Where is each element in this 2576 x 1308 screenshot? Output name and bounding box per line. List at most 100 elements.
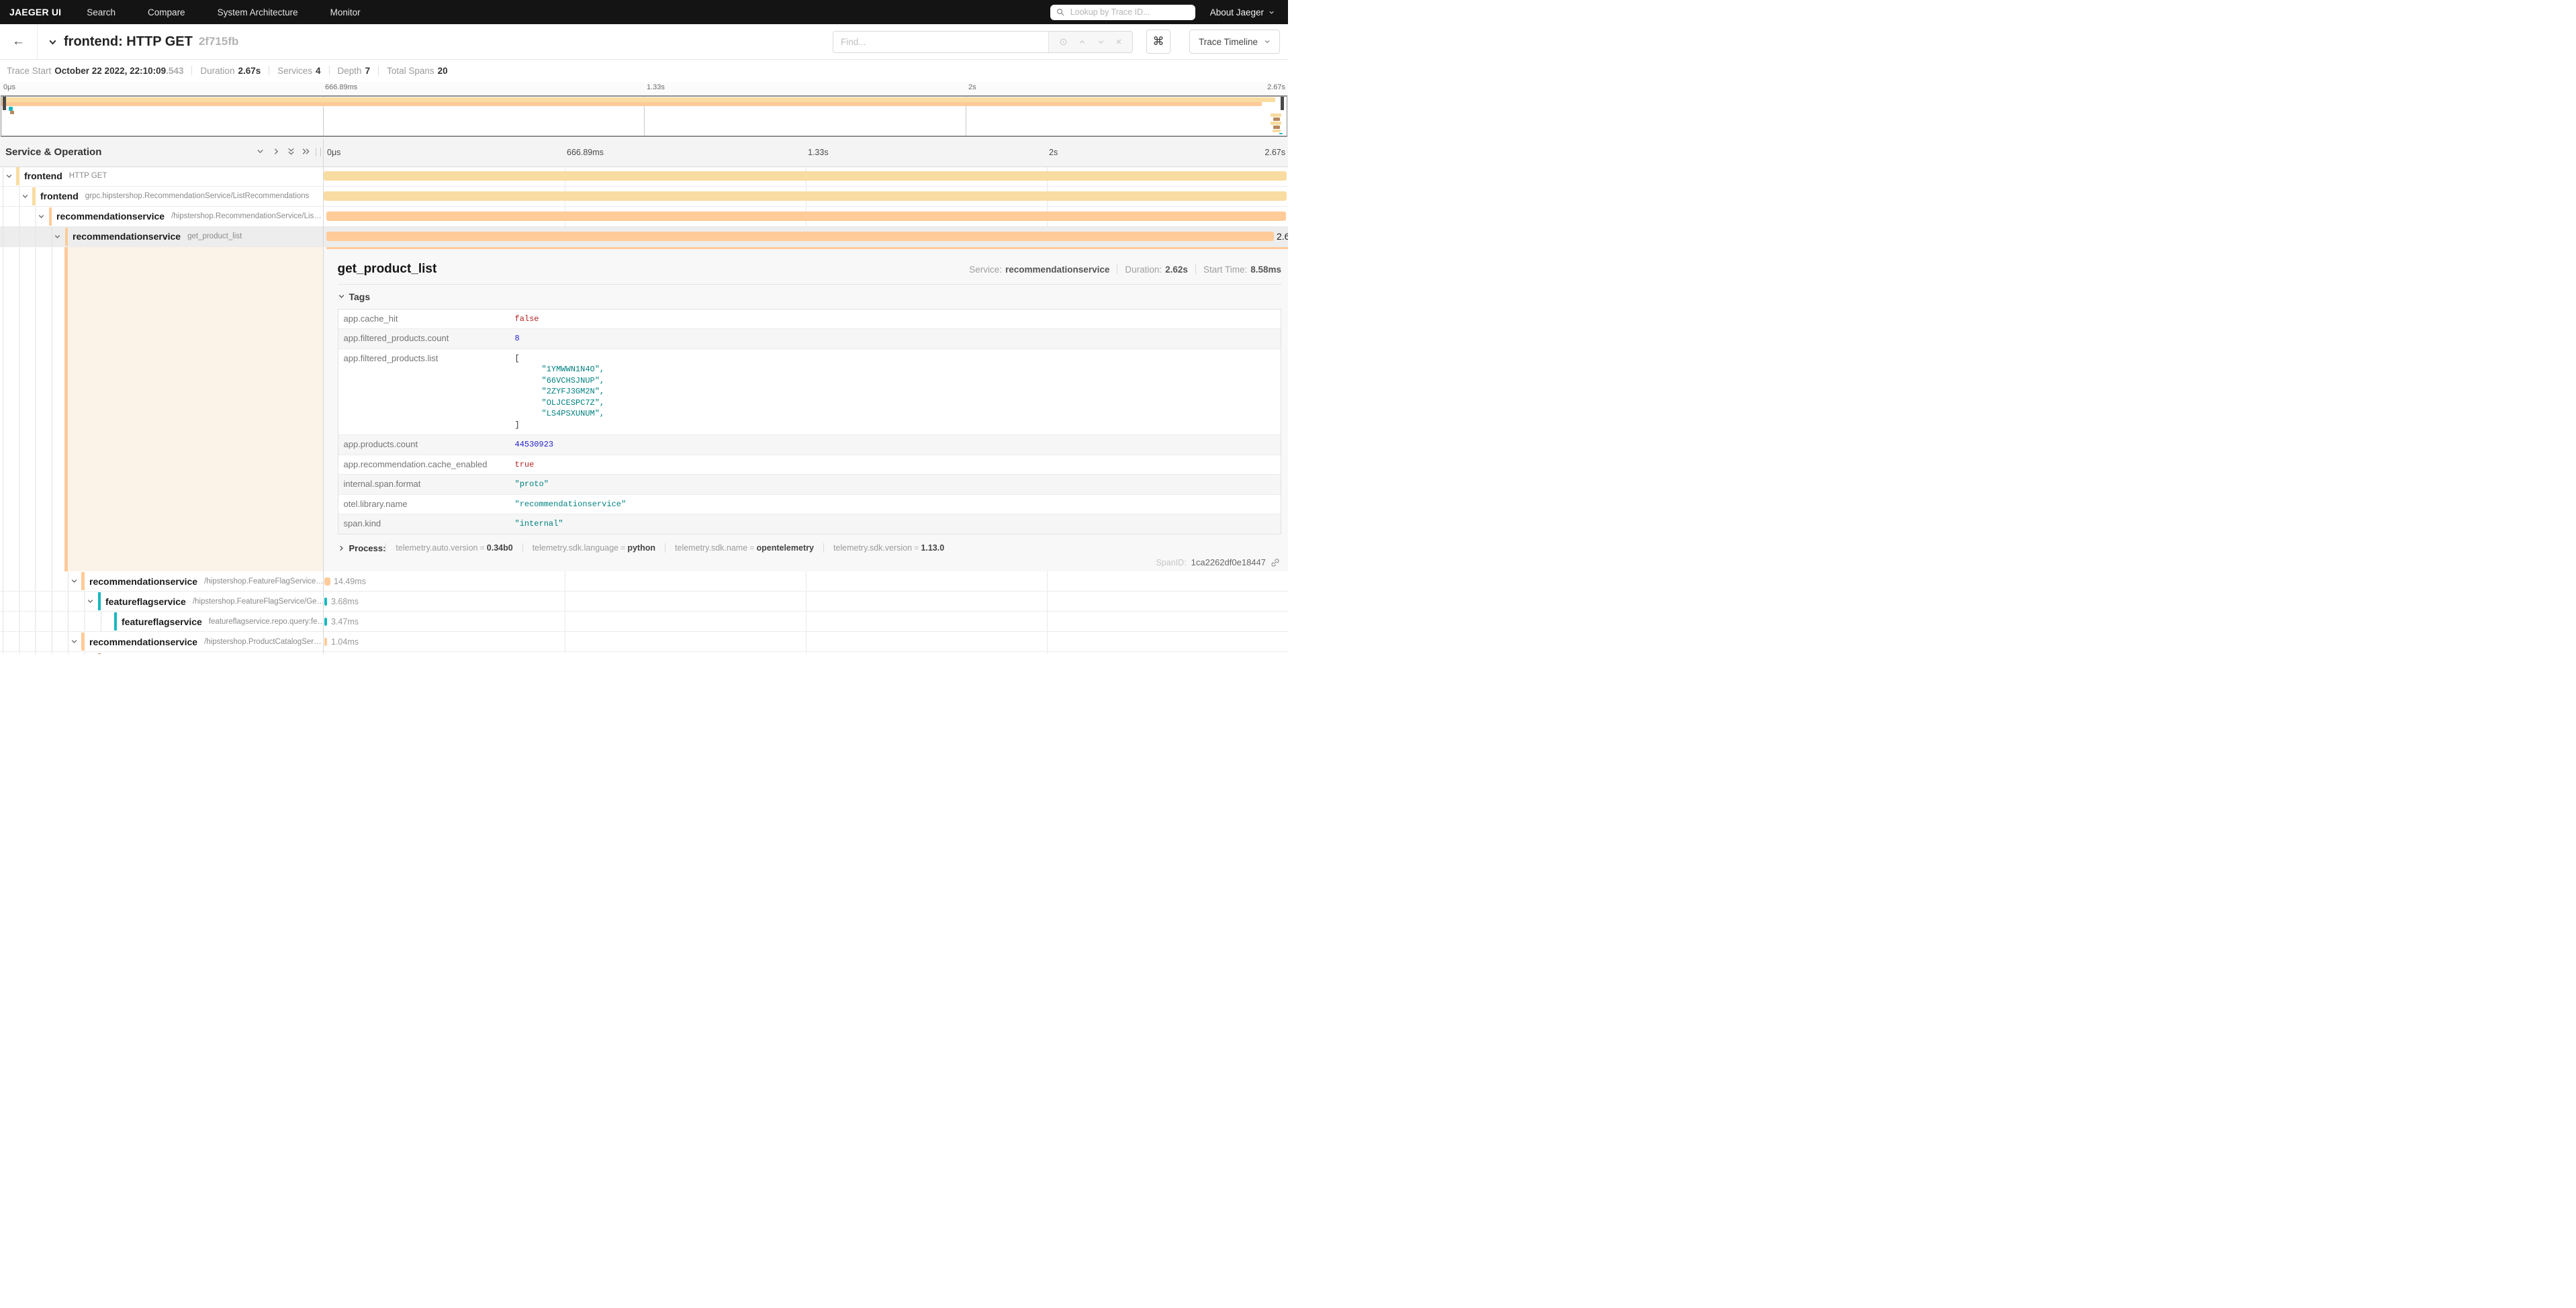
span-duration-bar[interactable] <box>326 232 1275 241</box>
divider <box>191 66 192 75</box>
trace-start-value: October 22 2022, 22:10:09 <box>54 66 166 76</box>
span-bar-cell[interactable]: 3.47ms <box>323 612 1288 631</box>
detail-left-fill <box>68 247 324 572</box>
span-duration-bar[interactable] <box>324 577 330 586</box>
chevron-down-icon[interactable] <box>38 213 45 220</box>
expand-one-icon[interactable] <box>271 146 281 156</box>
service-color-bar <box>16 167 19 185</box>
span-bar-cell[interactable]: 14.49ms <box>323 571 1288 591</box>
span-id-label: SpanID: <box>1156 558 1186 567</box>
minimap-left-scrubber[interactable] <box>3 97 6 110</box>
chevron-down-icon[interactable] <box>71 577 78 585</box>
duration-value: 2.67s <box>238 66 261 76</box>
process-section-toggle[interactable]: Process: <box>338 543 386 553</box>
span-row-partial[interactable] <box>0 652 1288 654</box>
indent-guides <box>3 247 53 572</box>
span-row-recommendationservice-list[interactable]: recommendationservice/hipstershop.Recomm… <box>0 207 1288 227</box>
operation-name: get_product_list <box>187 232 242 240</box>
span-bar-cell[interactable] <box>323 207 1288 226</box>
keyboard-shortcuts-button[interactable]: ⌘ <box>1146 30 1170 54</box>
find-controls <box>1048 32 1132 52</box>
span-duration-bar[interactable] <box>324 171 1287 181</box>
nav-item-search[interactable]: Search <box>71 7 132 17</box>
minimap-right-scrubber[interactable] <box>1281 97 1284 110</box>
span-bar-cell[interactable] <box>323 187 1288 206</box>
tag-row: otel.library.name recommendationservice <box>338 495 1281 515</box>
link-icon[interactable] <box>1271 558 1280 567</box>
tags-section-toggle[interactable]: Tags <box>338 291 1282 302</box>
service-name: featureflagservice <box>105 596 186 607</box>
prev-match-icon[interactable] <box>1078 38 1087 46</box>
timeline-tick-2: 1.33s <box>808 138 829 167</box>
span-row-recsvc-featureflag[interactable]: recommendationservice/hipstershop.Featur… <box>0 571 1288 592</box>
nav-item-compare[interactable]: Compare <box>132 7 201 17</box>
tag-row: internal.span.format proto <box>338 475 1281 495</box>
span-row-recsvc-productcatalog[interactable]: recommendationservice/hipstershop.Produc… <box>0 632 1288 652</box>
trace-id-lookup-input[interactable] <box>1069 7 1189 17</box>
tag-value: proto <box>515 479 549 489</box>
locate-icon[interactable] <box>1058 37 1068 47</box>
span-row-frontend-grpc[interactable]: frontendgrpc.hipstershop.RecommendationS… <box>0 187 1288 207</box>
span-name-cell: recommendationserviceget_product_list <box>0 227 323 246</box>
chevron-down-icon[interactable] <box>71 638 78 645</box>
back-button[interactable]: ← <box>0 24 38 59</box>
column-divider[interactable] <box>323 138 324 654</box>
tag-row: span.kind internal <box>338 514 1281 534</box>
expand-all-icon[interactable] <box>301 146 311 156</box>
jaeger-logo[interactable]: JAEGER UI <box>0 7 71 17</box>
span-row-featureflagservice-get[interactable]: featureflagservice/hipstershop.FeatureFl… <box>0 592 1288 612</box>
collapse-one-icon[interactable] <box>255 146 265 156</box>
span-duration-bar[interactable] <box>326 212 1286 221</box>
span-duration-bar[interactable] <box>324 638 327 646</box>
process-key: telemetry.sdk.version <box>833 543 912 553</box>
tag-value: false <box>515 314 539 324</box>
trace-title-bar: ← frontend: HTTP GET 2f715fb ⌘ Trace Tim… <box>0 24 1288 60</box>
about-jaeger-menu[interactable]: About Jaeger <box>1210 7 1275 17</box>
span-duration-bar[interactable] <box>324 598 327 606</box>
collapse-all-icon[interactable] <box>286 146 296 156</box>
timeline-tick-0: 0μs <box>327 138 340 167</box>
nav-item-system-architecture[interactable]: System Architecture <box>201 7 314 17</box>
span-bar-cell[interactable] <box>323 652 1288 654</box>
chevron-down-icon[interactable] <box>54 233 61 240</box>
detail-service-label: Service: <box>969 265 1002 275</box>
span-bar-cell[interactable]: 1.04ms <box>323 632 1288 651</box>
find-input[interactable] <box>833 32 1048 52</box>
process-value: 1.13.0 <box>921 543 944 553</box>
trace-id-lookup-box[interactable] <box>1050 5 1195 20</box>
span-row-frontend-http-get[interactable]: frontendHTTP GET <box>0 167 1288 187</box>
indent-guides <box>3 652 85 654</box>
span-duration-bar[interactable] <box>324 191 1287 201</box>
clear-find-icon[interactable] <box>1115 38 1123 46</box>
service-name: frontend <box>40 191 79 201</box>
collapse-trace-chevron[interactable] <box>48 37 58 47</box>
span-row-get-product-list[interactable]: recommendationserviceget_product_list 2.… <box>0 227 1288 247</box>
divider <box>378 66 379 75</box>
span-duration-bar[interactable] <box>324 618 327 626</box>
chevron-down-icon[interactable] <box>87 598 94 605</box>
tag-key: app.cache_hit <box>338 310 515 329</box>
bracket-close: ] <box>515 420 520 430</box>
process-item: telemetry.sdk.version=1.13.0 <box>823 543 954 553</box>
span-bar-cell[interactable]: 3.68ms <box>323 592 1288 611</box>
bracket-open: [ <box>515 354 520 363</box>
chevron-down-icon[interactable] <box>5 173 13 180</box>
column-resizer[interactable] <box>316 148 321 156</box>
detail-start-label: Start Time: <box>1203 265 1247 275</box>
service-color-bar <box>64 247 68 572</box>
span-detail-row: get_product_list Service: recommendation… <box>0 247 1288 572</box>
chevron-down-icon[interactable] <box>21 193 29 200</box>
trace-view-selector[interactable]: Trace Timeline <box>1189 30 1280 54</box>
timeline-tick-1: 666.89ms <box>567 138 604 167</box>
next-match-icon[interactable] <box>1097 38 1105 46</box>
service-color-bar <box>98 592 101 610</box>
span-row-featureflagservice-repo-query[interactable]: featureflagservicefeatureflagservice.rep… <box>0 612 1288 632</box>
nav-item-monitor[interactable]: Monitor <box>314 7 377 17</box>
span-bar-cell[interactable]: 2.62s <box>323 227 1288 246</box>
process-value: 0.34b0 <box>487 543 513 553</box>
minimap-canvas[interactable] <box>1 95 1287 137</box>
service-name: recommendationservice <box>56 211 165 222</box>
span-bar-cell[interactable] <box>323 167 1288 186</box>
chevron-down-icon <box>48 37 58 47</box>
process-label: Process: <box>349 543 386 553</box>
